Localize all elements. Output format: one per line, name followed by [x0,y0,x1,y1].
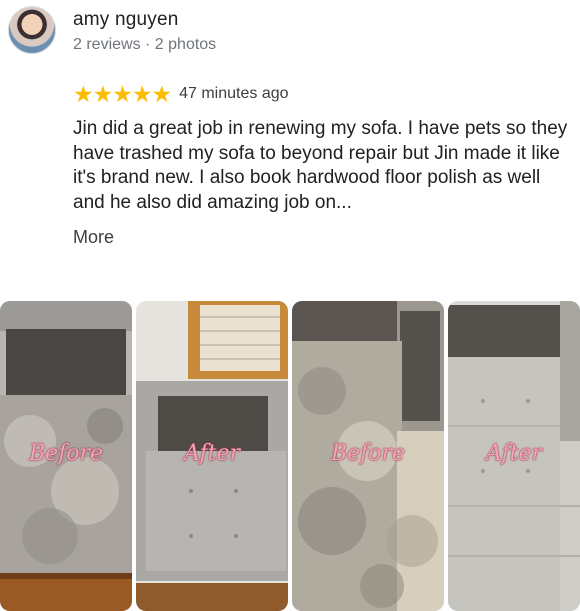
star-rating: ★★★★★ [73,81,172,107]
reviewer-meta: amy nguyen 2 reviews · 2 photos [73,9,216,54]
photo-before-1[interactable]: Before [0,301,132,611]
photo-after-1[interactable]: After [136,301,288,611]
photo-strip: Before After Before After [0,301,580,611]
avatar[interactable] [8,6,56,54]
review-text: Jin did a great job in renewing my sofa.… [73,118,568,213]
photo-label: After [183,441,241,466]
review-header: amy nguyen 2 reviews · 2 photos [8,6,216,54]
photo-label: Before [330,441,406,466]
photo-label: After [485,441,543,466]
photo-before-2[interactable]: Before [292,301,444,611]
photo-label: Before [28,441,104,466]
rating-row: ★★★★★ 47 minutes ago [73,81,289,107]
reviewer-stats: 2 reviews · 2 photos [73,36,217,53]
review-time: 47 minutes ago [179,85,289,102]
reviewer-name[interactable]: amy nguyen [73,9,216,31]
photo-after-2[interactable]: After [448,301,580,611]
more-link[interactable]: More [73,227,114,248]
